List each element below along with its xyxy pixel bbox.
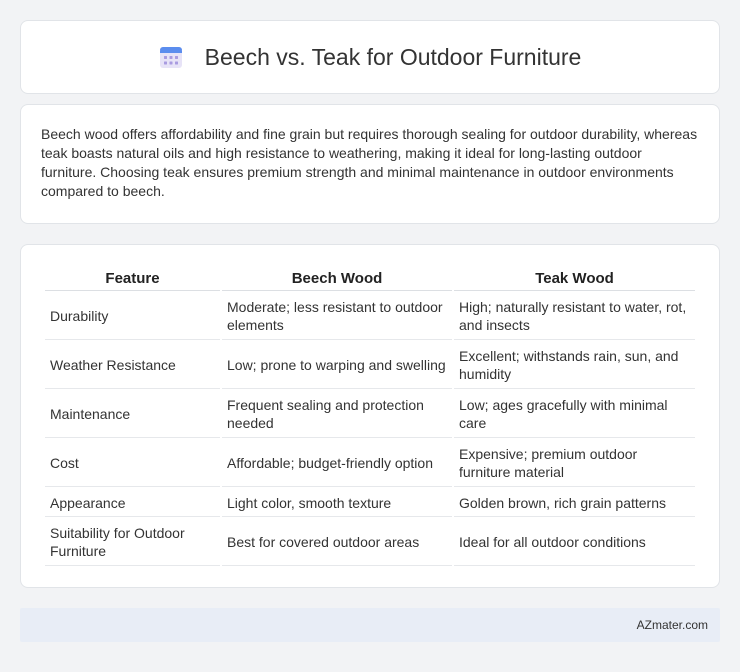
table-row: Cost Affordable; budget-friendly option … xyxy=(45,440,695,487)
feature-cell: Appearance xyxy=(45,489,220,517)
calendar-icon xyxy=(159,45,183,69)
beech-cell: Low; prone to warping and swelling xyxy=(222,342,452,389)
table-row: Appearance Light color, smooth texture G… xyxy=(45,489,695,517)
comparison-table: Feature Beech Wood Teak Wood Durability … xyxy=(43,265,697,568)
beech-cell: Light color, smooth texture xyxy=(222,489,452,517)
page-title: Beech vs. Teak for Outdoor Furniture xyxy=(204,43,582,70)
beech-cell: Affordable; budget-friendly option xyxy=(222,440,452,487)
footer: AZmater.com xyxy=(20,608,720,642)
teak-cell: Expensive; premium outdoor furniture mat… xyxy=(454,440,695,487)
footer-brand: AZmater.com xyxy=(636,618,708,632)
column-header-feature: Feature xyxy=(45,267,220,291)
summary-text: Beech wood offers affordability and fine… xyxy=(41,126,698,199)
feature-cell: Durability xyxy=(45,293,220,340)
teak-cell: High; naturally resistant to water, rot,… xyxy=(454,293,695,340)
teak-cell: Golden brown, rich grain patterns xyxy=(454,489,695,517)
table-row: Durability Moderate; less resistant to o… xyxy=(45,293,695,340)
feature-cell: Cost xyxy=(45,440,220,487)
feature-cell: Weather Resistance xyxy=(45,342,220,389)
teak-cell: Low; ages gracefully with minimal care xyxy=(454,391,695,438)
column-header-teak: Teak Wood xyxy=(454,267,695,291)
column-header-beech: Beech Wood xyxy=(222,267,452,291)
title-card: Beech vs. Teak for Outdoor Furniture xyxy=(20,20,720,94)
beech-cell: Moderate; less resistant to outdoor elem… xyxy=(222,293,452,340)
beech-cell: Frequent sealing and protection needed xyxy=(222,391,452,438)
teak-cell: Ideal for all outdoor conditions xyxy=(454,519,695,566)
table-header-row: Feature Beech Wood Teak Wood xyxy=(45,267,695,291)
table-row: Maintenance Frequent sealing and protect… xyxy=(45,391,695,438)
teak-cell: Excellent; withstands rain, sun, and hum… xyxy=(454,342,695,389)
feature-cell: Suitability for Outdoor Furniture xyxy=(45,519,220,566)
table-row: Suitability for Outdoor Furniture Best f… xyxy=(45,519,695,566)
table-row: Weather Resistance Low; prone to warping… xyxy=(45,342,695,389)
beech-cell: Best for covered outdoor areas xyxy=(222,519,452,566)
summary-card: Beech wood offers affordability and fine… xyxy=(20,104,720,224)
feature-cell: Maintenance xyxy=(45,391,220,438)
comparison-table-card: Feature Beech Wood Teak Wood Durability … xyxy=(20,244,720,588)
